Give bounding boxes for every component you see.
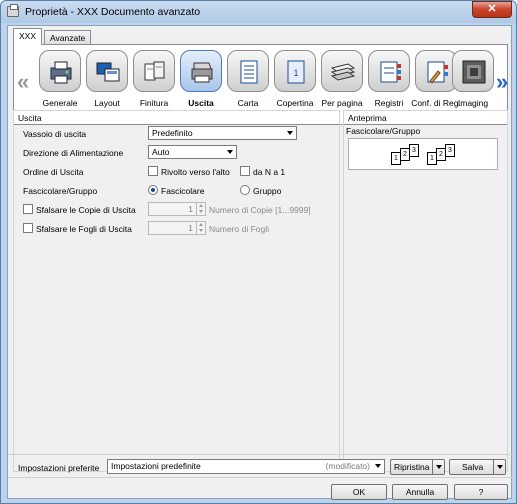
direzione-select[interactable]: Auto xyxy=(148,145,237,159)
chevron-down-icon[interactable] xyxy=(432,460,444,474)
chevron-down-icon xyxy=(227,150,233,154)
scroll-left-icon[interactable]: « xyxy=(17,71,29,93)
chevron-down-icon xyxy=(375,464,381,468)
sfalsare-fogli-label: Sfalsare le Fogli di Uscita xyxy=(36,224,132,234)
da-n-a-1-label: da N a 1 xyxy=(253,167,286,177)
rivolto-label: Rivolto verso l'alto xyxy=(161,167,230,177)
preview-page: 3 xyxy=(445,144,455,157)
anteprima-title: Anteprima xyxy=(348,113,387,123)
tab-xxx[interactable]: XXX xyxy=(13,28,43,45)
anteprima-subtitle: Fascicolare/Gruppo xyxy=(346,126,421,136)
impostazioni-label: Impostazioni preferite xyxy=(18,463,100,473)
ordine-label: Ordine di Uscita xyxy=(23,167,84,177)
sfalsare-fogli-checkbox[interactable] xyxy=(23,223,33,233)
output-icon xyxy=(191,62,213,83)
copie-range-label: Numero di Copie [1...9999] xyxy=(209,205,311,215)
rivolto-checkbox[interactable] xyxy=(148,166,158,176)
spin-arrows-icon[interactable] xyxy=(196,222,205,234)
close-button[interactable]: ✕ xyxy=(472,1,512,18)
help-button[interactable]: ? xyxy=(454,484,508,500)
properties-window: Proprietà - XXX Documento avanzato ✕ XXX… xyxy=(0,0,517,504)
imaging-icon xyxy=(462,60,486,84)
vassoio-select[interactable]: Predefinito xyxy=(148,126,297,140)
annulla-button[interactable]: Annulla xyxy=(392,484,448,500)
registry-config-icon xyxy=(427,61,448,84)
fogli-label: Numero di Fogli xyxy=(209,224,269,234)
preview-page: 3 xyxy=(409,144,419,157)
ok-button[interactable]: OK xyxy=(331,484,387,500)
fascicolare-gruppo-label: Fascicolare/Gruppo xyxy=(23,186,98,196)
gruppo-radio[interactable] xyxy=(240,185,250,195)
impostazioni-select[interactable]: Impostazioni predefinite (modificato) xyxy=(107,459,385,474)
vassoio-label: Vassoio di uscita xyxy=(23,129,87,139)
scroll-right-icon[interactable]: » xyxy=(496,71,508,93)
layout-icon xyxy=(96,62,120,82)
uscita-group-title: Uscita xyxy=(18,113,42,123)
da-n-a-1-checkbox[interactable] xyxy=(240,166,250,176)
title-bar[interactable]: Proprietà - XXX Documento avanzato ✕ xyxy=(1,1,516,23)
ripristina-button[interactable]: Ripristina xyxy=(390,459,445,475)
general-printer-icon xyxy=(50,61,72,84)
dialog-client: XXX Avanzate « Generale Layout Finitura … xyxy=(7,25,513,500)
fogli-spinner[interactable]: 1 xyxy=(148,221,206,235)
chevron-down-icon[interactable] xyxy=(493,460,505,474)
window-title: Proprietà - XXX Documento avanzato xyxy=(25,6,201,18)
gruppo-radio-label: Gruppo xyxy=(253,186,282,196)
spin-arrows-icon[interactable] xyxy=(196,203,205,215)
preview-box: 1 2 3 1 2 3 xyxy=(348,138,498,170)
svg-text:1: 1 xyxy=(293,68,298,78)
fascicolare-radio[interactable] xyxy=(148,185,158,195)
registers-icon xyxy=(380,61,401,83)
per-page-icon xyxy=(330,63,356,81)
copie-spinner[interactable]: 1 xyxy=(148,202,206,216)
cover-icon: 1 xyxy=(287,60,305,84)
tab-avanzate[interactable]: Avanzate xyxy=(44,30,92,45)
chevron-down-icon xyxy=(287,131,293,135)
finishing-icon xyxy=(144,61,165,81)
sfalsare-copie-label: Sfalsare le Copie di Uscita xyxy=(36,205,136,215)
paper-icon xyxy=(240,60,258,84)
modificato-label: (modificato) xyxy=(325,461,370,471)
uscita-group xyxy=(13,110,340,472)
salva-button[interactable]: Salva xyxy=(449,459,506,475)
printer-icon xyxy=(7,4,19,17)
fascicolare-radio-label: Fascicolare xyxy=(161,186,205,196)
sfalsare-copie-checkbox[interactable] xyxy=(23,204,33,214)
footer-separator xyxy=(8,477,513,478)
footer-separator xyxy=(8,454,513,455)
direzione-label: Direzione di Alimentazione xyxy=(23,148,124,158)
